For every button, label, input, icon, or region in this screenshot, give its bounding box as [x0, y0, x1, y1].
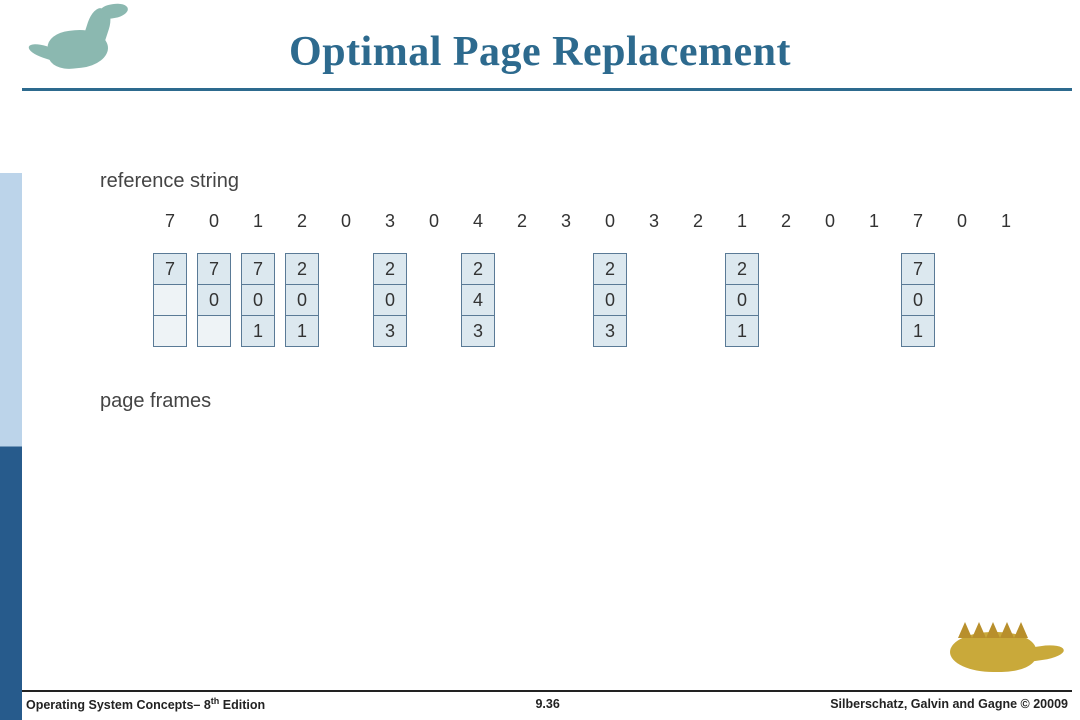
- reference-value: 0: [324, 211, 368, 232]
- frame-cell: [153, 284, 187, 316]
- reference-string-label: reference string: [100, 170, 1060, 193]
- frame-cell: 1: [285, 315, 319, 347]
- frame-cell: 0: [593, 284, 627, 316]
- reference-value: 0: [808, 211, 852, 232]
- diagram-content: reference string 70120304230321201701 77…: [100, 170, 1060, 413]
- slide-footer: Operating System Concepts– 8th Edition 9…: [22, 690, 1072, 714]
- frame-cell: [197, 315, 231, 347]
- frame-cell: 1: [725, 315, 759, 347]
- frame-cell: 0: [373, 284, 407, 316]
- reference-value: 2: [764, 211, 808, 232]
- reference-value: 2: [500, 211, 544, 232]
- frame-cell: 3: [461, 315, 495, 347]
- frame-column: 7: [153, 254, 187, 347]
- frame-cell: 0: [241, 284, 275, 316]
- reference-value: 1: [984, 211, 1028, 232]
- slide-title: Optimal Page Replacement: [0, 28, 1080, 76]
- reference-value: 4: [456, 211, 500, 232]
- frame-column: 701: [901, 254, 935, 347]
- frame-cell: 2: [725, 253, 759, 285]
- reference-value: 1: [720, 211, 764, 232]
- title-underline: [22, 88, 1072, 91]
- footer-slide-number: 9.36: [535, 697, 559, 711]
- reference-value: 0: [412, 211, 456, 232]
- reference-value: 3: [632, 211, 676, 232]
- footer-edition-sup: th: [211, 696, 220, 706]
- frame-cell: 1: [901, 315, 935, 347]
- frame-column: 201: [285, 254, 319, 347]
- frame-cell: 4: [461, 284, 495, 316]
- footer-edition-suffix: Edition: [219, 698, 265, 712]
- reference-value: 1: [236, 211, 280, 232]
- frame-cell: 3: [593, 315, 627, 347]
- reference-string-row: 70120304230321201701: [148, 211, 1060, 232]
- left-stripe: [0, 0, 22, 720]
- frame-cell: 0: [725, 284, 759, 316]
- reference-value: 7: [896, 211, 940, 232]
- frame-column: 243: [461, 254, 495, 347]
- frame-cell: 7: [197, 253, 231, 285]
- footer-copyright: Silberschatz, Galvin and Gagne © 20009: [830, 697, 1068, 711]
- frame-cell: 3: [373, 315, 407, 347]
- frame-cell: 1: [241, 315, 275, 347]
- frame-cell: 2: [373, 253, 407, 285]
- page-frames-label: page frames: [100, 390, 1060, 413]
- dinosaur-illustration-bottom-right: [910, 614, 1060, 684]
- page-frames-row: 770701201203243203201701: [148, 254, 1060, 362]
- reference-value: 3: [368, 211, 412, 232]
- reference-value: 0: [588, 211, 632, 232]
- frame-cell: 7: [153, 253, 187, 285]
- frame-column: 203: [373, 254, 407, 347]
- reference-value: 1: [852, 211, 896, 232]
- frame-cell: 7: [901, 253, 935, 285]
- frame-cell: 2: [285, 253, 319, 285]
- reference-value: 7: [148, 211, 192, 232]
- frame-column: 201: [725, 254, 759, 347]
- frame-cell: 0: [285, 284, 319, 316]
- reference-value: 0: [192, 211, 236, 232]
- reference-value: 0: [940, 211, 984, 232]
- reference-value: 2: [676, 211, 720, 232]
- frame-column: 203: [593, 254, 627, 347]
- frame-cell: 0: [901, 284, 935, 316]
- frame-cell: 2: [593, 253, 627, 285]
- frame-cell: [153, 315, 187, 347]
- reference-value: 2: [280, 211, 324, 232]
- frame-cell: 7: [241, 253, 275, 285]
- footer-book-title: Operating System Concepts– 8: [26, 698, 211, 712]
- slide-header: Optimal Page Replacement: [0, 0, 1080, 76]
- reference-value: 3: [544, 211, 588, 232]
- footer-left: Operating System Concepts– 8th Edition: [26, 696, 265, 712]
- frame-column: 701: [241, 254, 275, 347]
- frame-column: 70: [197, 254, 231, 347]
- frame-cell: 2: [461, 253, 495, 285]
- frame-cell: 0: [197, 284, 231, 316]
